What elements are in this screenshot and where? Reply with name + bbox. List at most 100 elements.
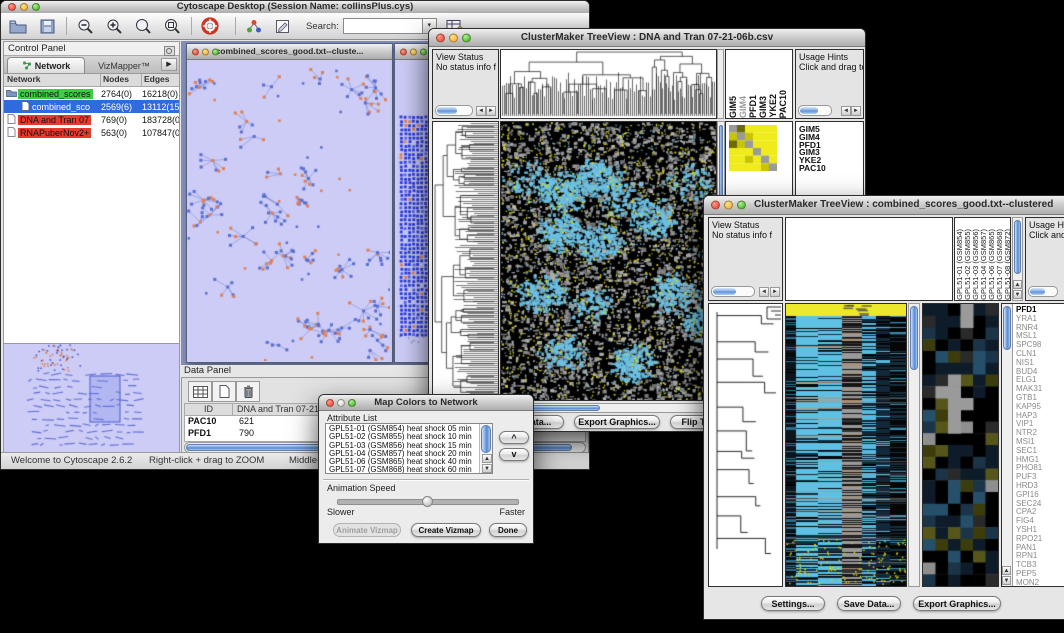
col-edges[interactable]: Edges [142,74,179,86]
minimize-icon[interactable] [410,48,417,55]
detail-heatmap-panel[interactable] [922,303,999,587]
treeview-dna-title-bar[interactable]: ClusterMaker TreeView : DNA and Tran 07-… [429,29,865,47]
zoom-out-icon[interactable] [74,16,96,36]
row-dendrogram-canvas[interactable] [433,122,498,400]
move-down-button[interactable]: v [499,448,529,461]
annotation-icon[interactable] [272,16,294,36]
minimize-icon[interactable] [202,48,209,55]
frame-title-bar[interactable]: combined_scores_good.txt--cluste... [187,44,392,60]
scroll-down-icon[interactable]: ▼ [482,464,492,473]
row-dendrogram-panel[interactable] [708,303,783,587]
zoom-window-icon[interactable] [462,33,471,42]
move-up-button[interactable]: ^ [499,431,529,444]
scroll-left-icon[interactable]: ◄ [841,106,851,116]
attribute-list-scrollbar[interactable]: ▲ ▼ [479,424,492,473]
row-dendrogram-canvas[interactable] [709,304,782,586]
usage-hints-scrollbar[interactable] [798,105,832,116]
id-column-header[interactable]: ID [185,404,233,415]
open-file-icon[interactable] [7,16,29,36]
close-icon[interactable] [192,48,199,55]
column-label[interactable]: PAC10 [778,90,788,118]
close-icon[interactable] [711,201,720,210]
minimize-icon[interactable] [337,399,345,407]
usage-hints-scrollbar[interactable] [1028,286,1058,297]
export-graphics-button[interactable]: Export Graphics... [913,596,1001,611]
heatmap-panel[interactable] [785,303,907,587]
save-data-button[interactable]: Save Data... [837,596,901,611]
scroll-up-icon[interactable]: ▲ [1013,280,1022,289]
birdseye-canvas[interactable] [4,344,179,453]
col-network[interactable]: Network [4,74,101,86]
close-icon[interactable] [400,48,407,55]
delete-attribute-button[interactable] [236,381,260,402]
treeview-combined-title-bar[interactable]: ClusterMaker TreeView : combined_scores_… [704,196,1064,215]
scroll-left-icon[interactable]: ◄ [476,106,486,116]
column-label[interactable]: GIM3 [758,96,768,118]
column-dendrogram-panel[interactable] [785,217,953,301]
array-column-label[interactable]: GPL51-08 (GSM872) [1004,229,1011,300]
scroll-right-icon[interactable]: ► [851,106,861,116]
column-labels-scrollbar[interactable]: ▲ ▼ [1012,217,1023,301]
view-status-scrollbar[interactable] [435,105,473,116]
zoom-window-icon[interactable] [420,48,427,55]
gene-label[interactable]: PAC10 [799,165,863,173]
minimize-icon[interactable] [20,3,28,11]
network-row-combined-sco-selected[interactable]: combined_sco 2569(6) 13112(15) [4,100,179,113]
scroll-down-icon[interactable]: ▼ [1002,576,1011,585]
attribute-list[interactable]: GPL51-01 (GSM854) heat shock 05 minGPL51… [325,423,493,474]
animation-speed-slider[interactable] [337,499,519,505]
create-vizmap-button[interactable]: Create Vizmap [411,523,481,537]
done-button[interactable]: Done [489,523,527,537]
tab-network[interactable]: Network [7,57,85,73]
scroll-down-icon[interactable]: ▼ [1013,290,1022,299]
tab-vizmapper[interactable]: VizMapper™ [87,58,161,73]
column-label[interactable]: GIM5 [728,96,738,118]
gene-list-scrollbar[interactable]: ▲ ▼ [1002,304,1013,586]
table-icon-button[interactable] [188,381,212,402]
minimize-icon[interactable] [449,33,458,42]
zoom-window-icon[interactable] [32,3,40,11]
zoom-fit-icon[interactable] [161,16,183,36]
scroll-right-icon[interactable]: ► [770,287,780,297]
column-label[interactable]: YKE2 [768,94,778,118]
network-graph-canvas[interactable] [187,60,390,361]
view-status-scrollbar[interactable] [711,286,755,297]
float-panel-icon[interactable] [164,43,175,61]
vizmapper-icon[interactable] [243,16,265,36]
gene-label[interactable]: MON2 [1016,579,1042,587]
close-icon[interactable] [8,3,16,11]
similarity-matrix-canvas[interactable] [729,125,777,171]
scroll-up-icon[interactable]: ▲ [482,454,492,463]
save-icon[interactable] [36,16,58,36]
network-row-dna-tran[interactable]: DNA and Tran 07 769(0) 183728(0) [4,113,179,126]
close-icon[interactable] [436,33,445,42]
settings-button[interactable]: Settings... [761,596,825,611]
zoom-window-icon[interactable] [348,399,356,407]
network-row-combined-scores[interactable]: combined_scores 2764(0) 16218(0) [4,87,179,100]
column-label[interactable]: PFD1 [748,95,758,118]
scroll-right-icon[interactable]: ► [486,106,496,116]
slider-thumb[interactable] [422,496,433,507]
network-row-rnapuber[interactable]: RNAPuberNov2+ 563(0) 107847(0) [4,126,179,139]
heatmap-canvas[interactable] [501,122,716,400]
scroll-up-icon[interactable]: ▲ [1002,566,1011,575]
export-graphics-button[interactable]: Export Graphics... [574,415,660,429]
birdseye-view[interactable] [4,343,179,454]
animate-vizmap-button[interactable]: Animate Vizmap [333,523,401,537]
dendrogram-scroll-sliver[interactable] [717,49,724,119]
zoom-selected-icon[interactable] [132,16,154,36]
heatmap-vscrollbar[interactable] [908,303,920,587]
heatmap-panel[interactable] [500,121,717,401]
new-attribute-button[interactable] [212,381,236,402]
minimize-icon[interactable] [724,201,733,210]
close-icon[interactable] [326,399,334,407]
dialog-title-bar[interactable]: Map Colors to Network [319,395,533,411]
help-lifering-icon[interactable] [199,16,221,36]
heatmap-canvas[interactable] [786,304,906,586]
zoom-window-icon[interactable] [212,48,219,55]
zoom-window-icon[interactable] [737,201,746,210]
search-input[interactable] [343,18,423,34]
scroll-left-icon[interactable]: ◄ [759,287,769,297]
zoom-in-icon[interactable] [103,16,125,36]
attribute-item[interactable]: GPL51-07 (GSM868) heat shock 60 min [329,466,492,474]
